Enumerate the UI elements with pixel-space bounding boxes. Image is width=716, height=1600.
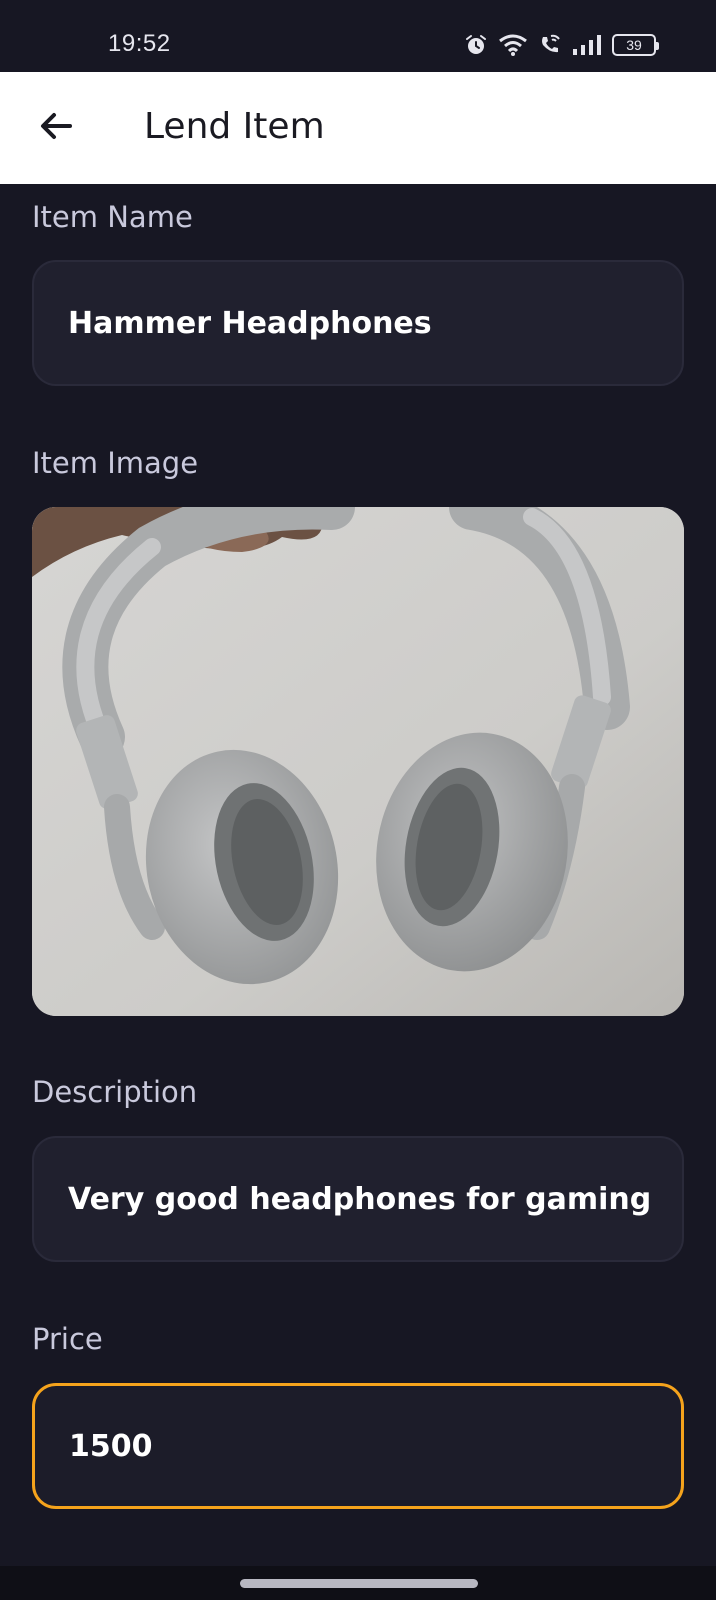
back-button[interactable] — [30, 102, 82, 154]
home-indicator[interactable] — [240, 1579, 478, 1588]
signal-icon — [572, 34, 602, 56]
status-bar: 19:52 39 — [0, 0, 716, 72]
wifi-icon — [498, 33, 528, 57]
item-image-label: Item Image — [32, 446, 199, 480]
wifi-call-icon — [538, 33, 562, 57]
arrow-left-icon — [36, 106, 76, 150]
description-value: Very good headphones for gaming — [68, 1181, 652, 1217]
description-label: Description — [32, 1075, 198, 1109]
price-label: Price — [32, 1322, 103, 1356]
price-field[interactable]: 1500 — [32, 1383, 684, 1509]
item-name-value: Hammer Headphones — [68, 305, 432, 341]
battery-icon: 39 — [612, 34, 659, 56]
app-bar: Lend Item — [0, 72, 716, 184]
headphones-image — [32, 507, 684, 1016]
page-title: Lend Item — [144, 106, 325, 147]
alarm-icon — [464, 33, 488, 57]
status-icons: 39 — [464, 30, 659, 60]
item-name-label: Item Name — [32, 200, 193, 234]
status-time: 19:52 — [108, 30, 171, 57]
item-image[interactable] — [32, 507, 684, 1016]
item-name-field[interactable]: Hammer Headphones — [32, 260, 684, 386]
price-value: 1500 — [69, 1428, 153, 1464]
description-field[interactable]: Very good headphones for gaming — [32, 1136, 684, 1262]
